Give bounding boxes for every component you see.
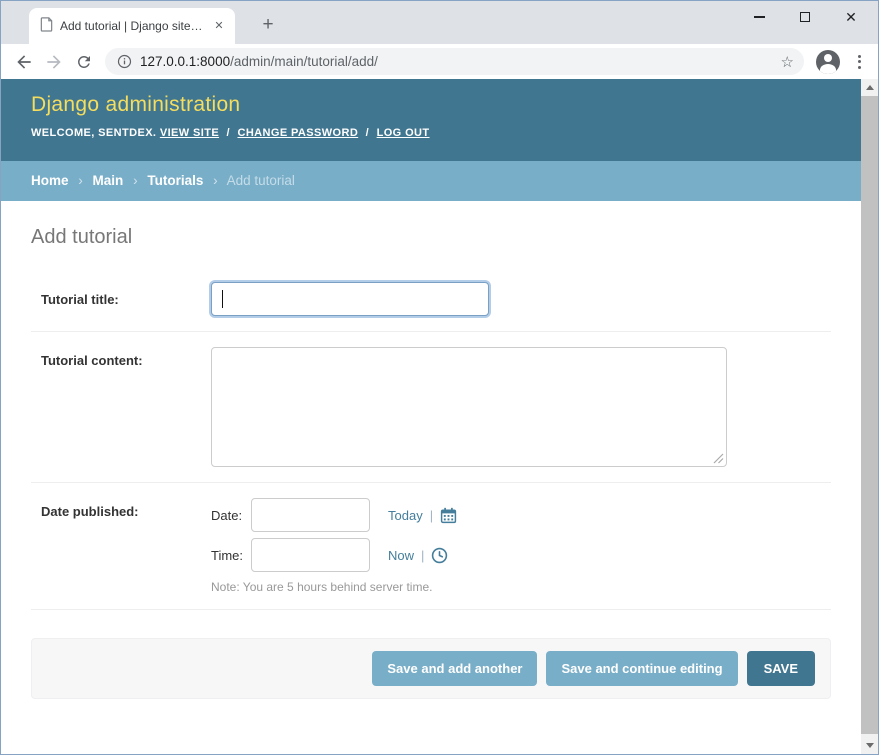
window-controls: ✕ — [736, 1, 874, 33]
bookmark-star-icon[interactable]: ☆ — [781, 53, 794, 71]
scrollbar-down-arrow[interactable] — [861, 737, 878, 754]
breadcrumb: Home › Main › Tutorials › Add tutorial — [1, 161, 861, 201]
reload-icon — [75, 53, 93, 71]
window-minimize-button[interactable] — [736, 1, 782, 33]
page-title: Add tutorial — [31, 226, 831, 249]
change-password-link[interactable]: CHANGE PASSWORD — [237, 127, 358, 139]
new-tab-button[interactable]: + — [255, 12, 281, 38]
profile-avatar[interactable] — [816, 50, 840, 74]
date-published-label: Date published: — [41, 498, 211, 594]
browser-tab[interactable]: Add tutorial | Django site admin ✕ — [29, 8, 235, 44]
date-line: Date: Today | — [211, 498, 457, 532]
tab-strip: Add tutorial | Django site admin ✕ + ✕ — [1, 1, 878, 44]
page-scrollbar[interactable] — [861, 79, 878, 754]
maximize-icon — [800, 12, 810, 22]
save-button[interactable]: SAVE — [747, 651, 815, 686]
scrollbar-thumb[interactable] — [861, 96, 878, 734]
site-info-icon[interactable] — [117, 54, 132, 69]
tutorial-title-label: Tutorial title: — [41, 292, 211, 307]
tutorial-content-label: Tutorial content: — [41, 347, 211, 467]
breadcrumb-tutorials[interactable]: Tutorials — [147, 173, 203, 188]
reload-button[interactable] — [69, 47, 99, 77]
tutorial-title-input[interactable] — [211, 282, 489, 316]
breadcrumb-separator: › — [78, 173, 83, 188]
browser-menu-icon[interactable] — [850, 55, 868, 69]
site-branding[interactable]: Django administration — [31, 93, 831, 117]
tab-title: Add tutorial | Django site admin — [60, 19, 205, 33]
time-line: Time: Now | — [211, 538, 457, 572]
close-icon: ✕ — [845, 10, 857, 24]
clock-icon[interactable] — [431, 547, 448, 564]
breadcrumb-home[interactable]: Home — [31, 173, 69, 188]
log-out-link[interactable]: LOG OUT — [377, 127, 430, 139]
welcome-text: WELCOME, — [31, 127, 95, 139]
tutorial-content-textarea[interactable] — [211, 347, 727, 467]
calendar-icon[interactable] — [440, 507, 457, 524]
tools-separator: / — [366, 127, 369, 139]
tab-close-icon[interactable]: ✕ — [211, 18, 227, 34]
date-input[interactable] — [251, 498, 370, 532]
submit-row: Save and add another Save and continue e… — [31, 638, 831, 699]
view-site-link[interactable]: VIEW SITE — [160, 127, 219, 139]
breadcrumb-main[interactable]: Main — [93, 173, 124, 188]
pipe-separator: | — [430, 508, 433, 523]
pipe-separator: | — [421, 548, 424, 563]
username: SENTDEX. — [98, 127, 156, 139]
forward-button[interactable] — [39, 47, 69, 77]
arrow-right-icon — [44, 52, 64, 72]
form-row-content: Tutorial content: — [31, 332, 831, 483]
save-and-add-another-button[interactable]: Save and add another — [372, 651, 537, 686]
now-link[interactable]: Now — [388, 548, 414, 563]
window-maximize-button[interactable] — [782, 1, 828, 33]
main-content: Add tutorial Tutorial title: Tutorial co… — [1, 226, 861, 699]
user-tools: WELCOME, SENTDEX. VIEW SITE / CHANGE PAS… — [31, 127, 831, 139]
browser-toolbar: 127.0.0.1:8000/admin/main/tutorial/add/ … — [1, 44, 878, 79]
browser-window: Add tutorial | Django site admin ✕ + ✕ — [0, 0, 879, 755]
tutorial-form: Tutorial title: Tutorial content: — [31, 267, 831, 699]
today-link[interactable]: Today — [388, 508, 423, 523]
time-sublabel: Time: — [211, 548, 251, 563]
url-path: /admin/main/tutorial/add/ — [230, 54, 378, 69]
web-content: Django administration WELCOME, SENTDEX. … — [1, 79, 878, 754]
time-input[interactable] — [251, 538, 370, 572]
datetime-group: Date: Today | — [211, 498, 457, 594]
admin-header: Django administration WELCOME, SENTDEX. … — [1, 79, 861, 161]
tools-separator: / — [227, 127, 230, 139]
minimize-icon — [754, 16, 765, 18]
url-host: 127.0.0.1:8000 — [140, 54, 230, 69]
url-text: 127.0.0.1:8000/admin/main/tutorial/add/ — [140, 54, 773, 69]
breadcrumb-current: Add tutorial — [227, 173, 295, 188]
window-close-button[interactable]: ✕ — [828, 1, 874, 33]
resize-grip-icon[interactable] — [713, 453, 724, 464]
form-row-title: Tutorial title: — [31, 267, 831, 332]
form-row-date-published: Date published: Date: Today | — [31, 483, 831, 610]
breadcrumb-separator: › — [213, 173, 218, 188]
page-favicon-icon — [39, 16, 54, 37]
url-bar[interactable]: 127.0.0.1:8000/admin/main/tutorial/add/ … — [105, 48, 804, 75]
back-button[interactable] — [9, 47, 39, 77]
arrow-left-icon — [14, 52, 34, 72]
scrollbar-up-arrow[interactable] — [861, 79, 878, 96]
timezone-note: Note: You are 5 hours behind server time… — [211, 580, 457, 594]
date-sublabel: Date: — [211, 508, 251, 523]
save-and-continue-button[interactable]: Save and continue editing — [546, 651, 737, 686]
breadcrumb-separator: › — [133, 173, 138, 188]
